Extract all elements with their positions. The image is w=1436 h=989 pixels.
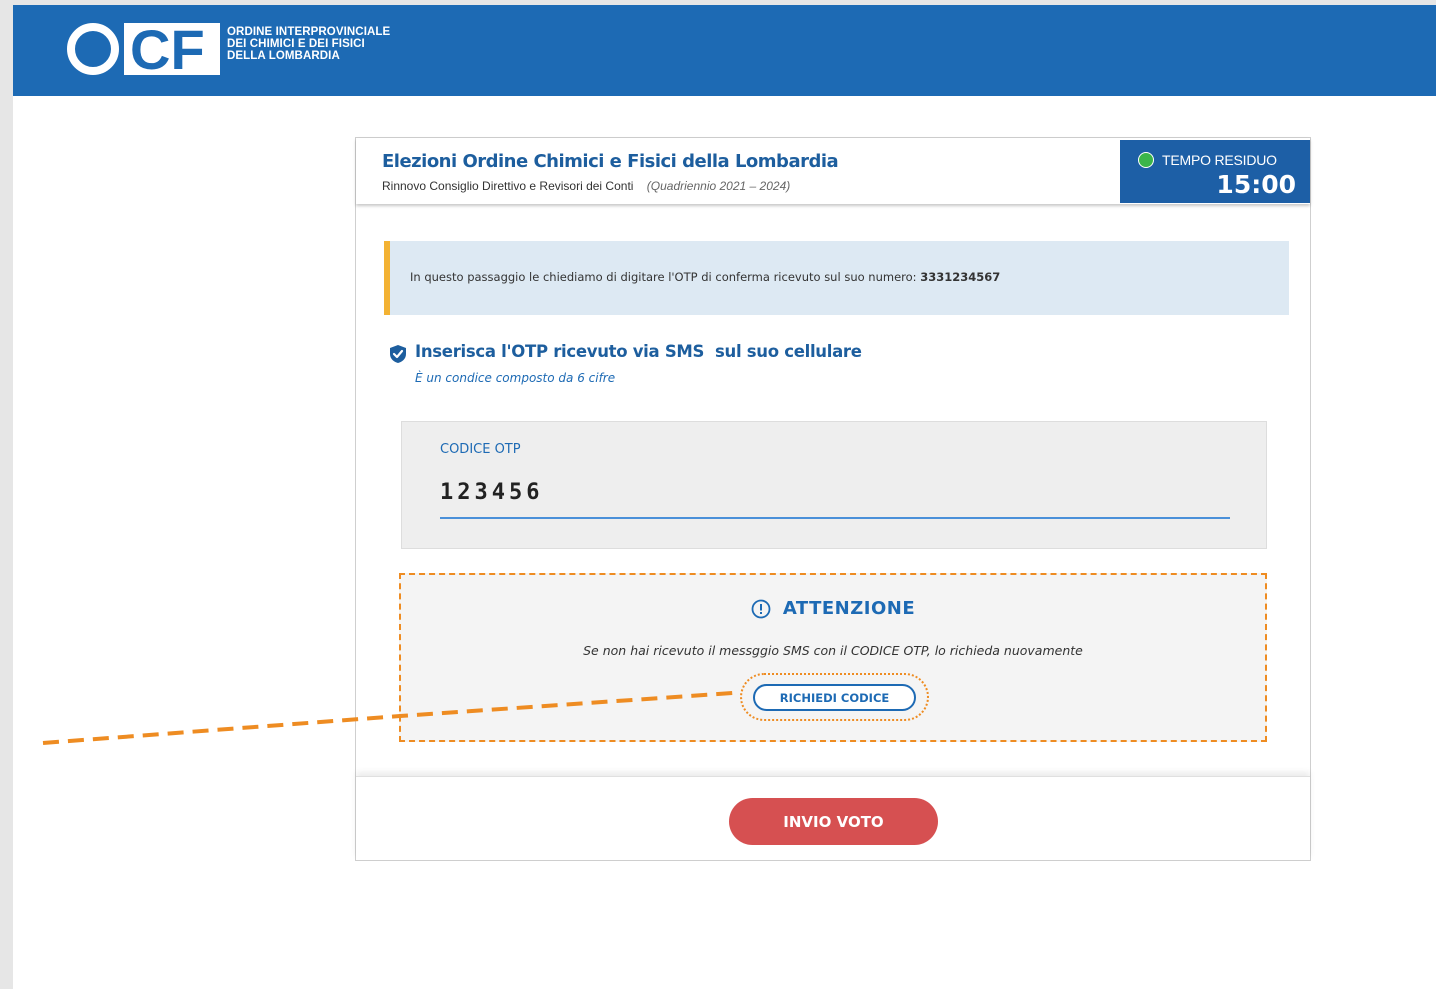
attention-box: ATTENZIONE Se non hai ricevuto il messgg… (399, 573, 1267, 742)
attention-heading: ATTENZIONE (401, 598, 1265, 619)
ocf-logo[interactable]: CF ORDINE INTERPROVINCIALE DEI CHIMICI E… (66, 21, 390, 77)
otp-field-label: CODICE OTP (440, 442, 521, 457)
phone-number: 3331234567 (920, 270, 1001, 284)
vote-card: Elezioni Ordine Chimici e Fisici della L… (355, 137, 1311, 861)
org-name: ORDINE INTERPROVINCIALE DEI CHIMICI E DE… (227, 26, 390, 62)
otp-field-container: CODICE OTP (401, 421, 1267, 549)
remaining-time-label: TEMPO RESIDUO (1162, 152, 1277, 168)
page: CF ORDINE INTERPROVINCIALE DEI CHIMICI E… (13, 5, 1436, 989)
notice-message: In questo passaggio le chiediamo di digi… (410, 270, 921, 284)
shield-check-icon (390, 345, 406, 363)
remaining-time-value: 15:00 (1216, 170, 1296, 199)
election-title: Elezioni Ordine Chimici e Fisici della L… (382, 151, 839, 172)
status-dot-icon (1138, 152, 1154, 168)
election-subtitle: Rinnovo Consiglio Direttivo e Revisori d… (382, 179, 790, 193)
otp-heading: Inserisca l'OTP ricevuto via SMS sul suo… (415, 342, 862, 361)
attention-title: ATTENZIONE (782, 598, 916, 619)
attention-text: Se non hai ricevuto il messggio SMS con … (583, 643, 1083, 658)
org-line-2: DEI CHIMICI E DEI FISICI (227, 38, 365, 50)
election-period: (Quadriennio 2021 – 2024) (646, 179, 791, 193)
otp-hint: È un condice composto da 6 cifre (415, 371, 616, 385)
ocf-logo-mark: CF (67, 21, 220, 77)
org-line-1: ORDINE INTERPROVINCIALE (227, 26, 391, 38)
card-header: Elezioni Ordine Chimici e Fisici della L… (356, 138, 1310, 204)
info-circle-icon (751, 599, 771, 618)
logo-lettering: CF (130, 21, 205, 77)
org-line-3: DELLA LOMBARDIA (227, 50, 340, 62)
submit-vote-button[interactable]: INVIO VOTO (729, 798, 938, 845)
otp-input[interactable] (440, 467, 1230, 519)
notice-text: In questo passaggio le chiediamo di digi… (410, 270, 1000, 284)
remaining-time-panel: TEMPO RESIDUO 15:00 (1120, 140, 1310, 203)
info-notice: In questo passaggio le chiediamo di digi… (384, 241, 1289, 315)
card-footer: INVIO VOTO (356, 776, 1310, 860)
request-code-highlight: RICHIEDI CODICE (740, 673, 929, 721)
top-bar: CF ORDINE INTERPROVINCIALE DEI CHIMICI E… (13, 5, 1436, 96)
request-code-button[interactable]: RICHIEDI CODICE (753, 684, 916, 711)
election-subtitle-text: Rinnovo Consiglio Direttivo e Revisori d… (382, 179, 634, 193)
